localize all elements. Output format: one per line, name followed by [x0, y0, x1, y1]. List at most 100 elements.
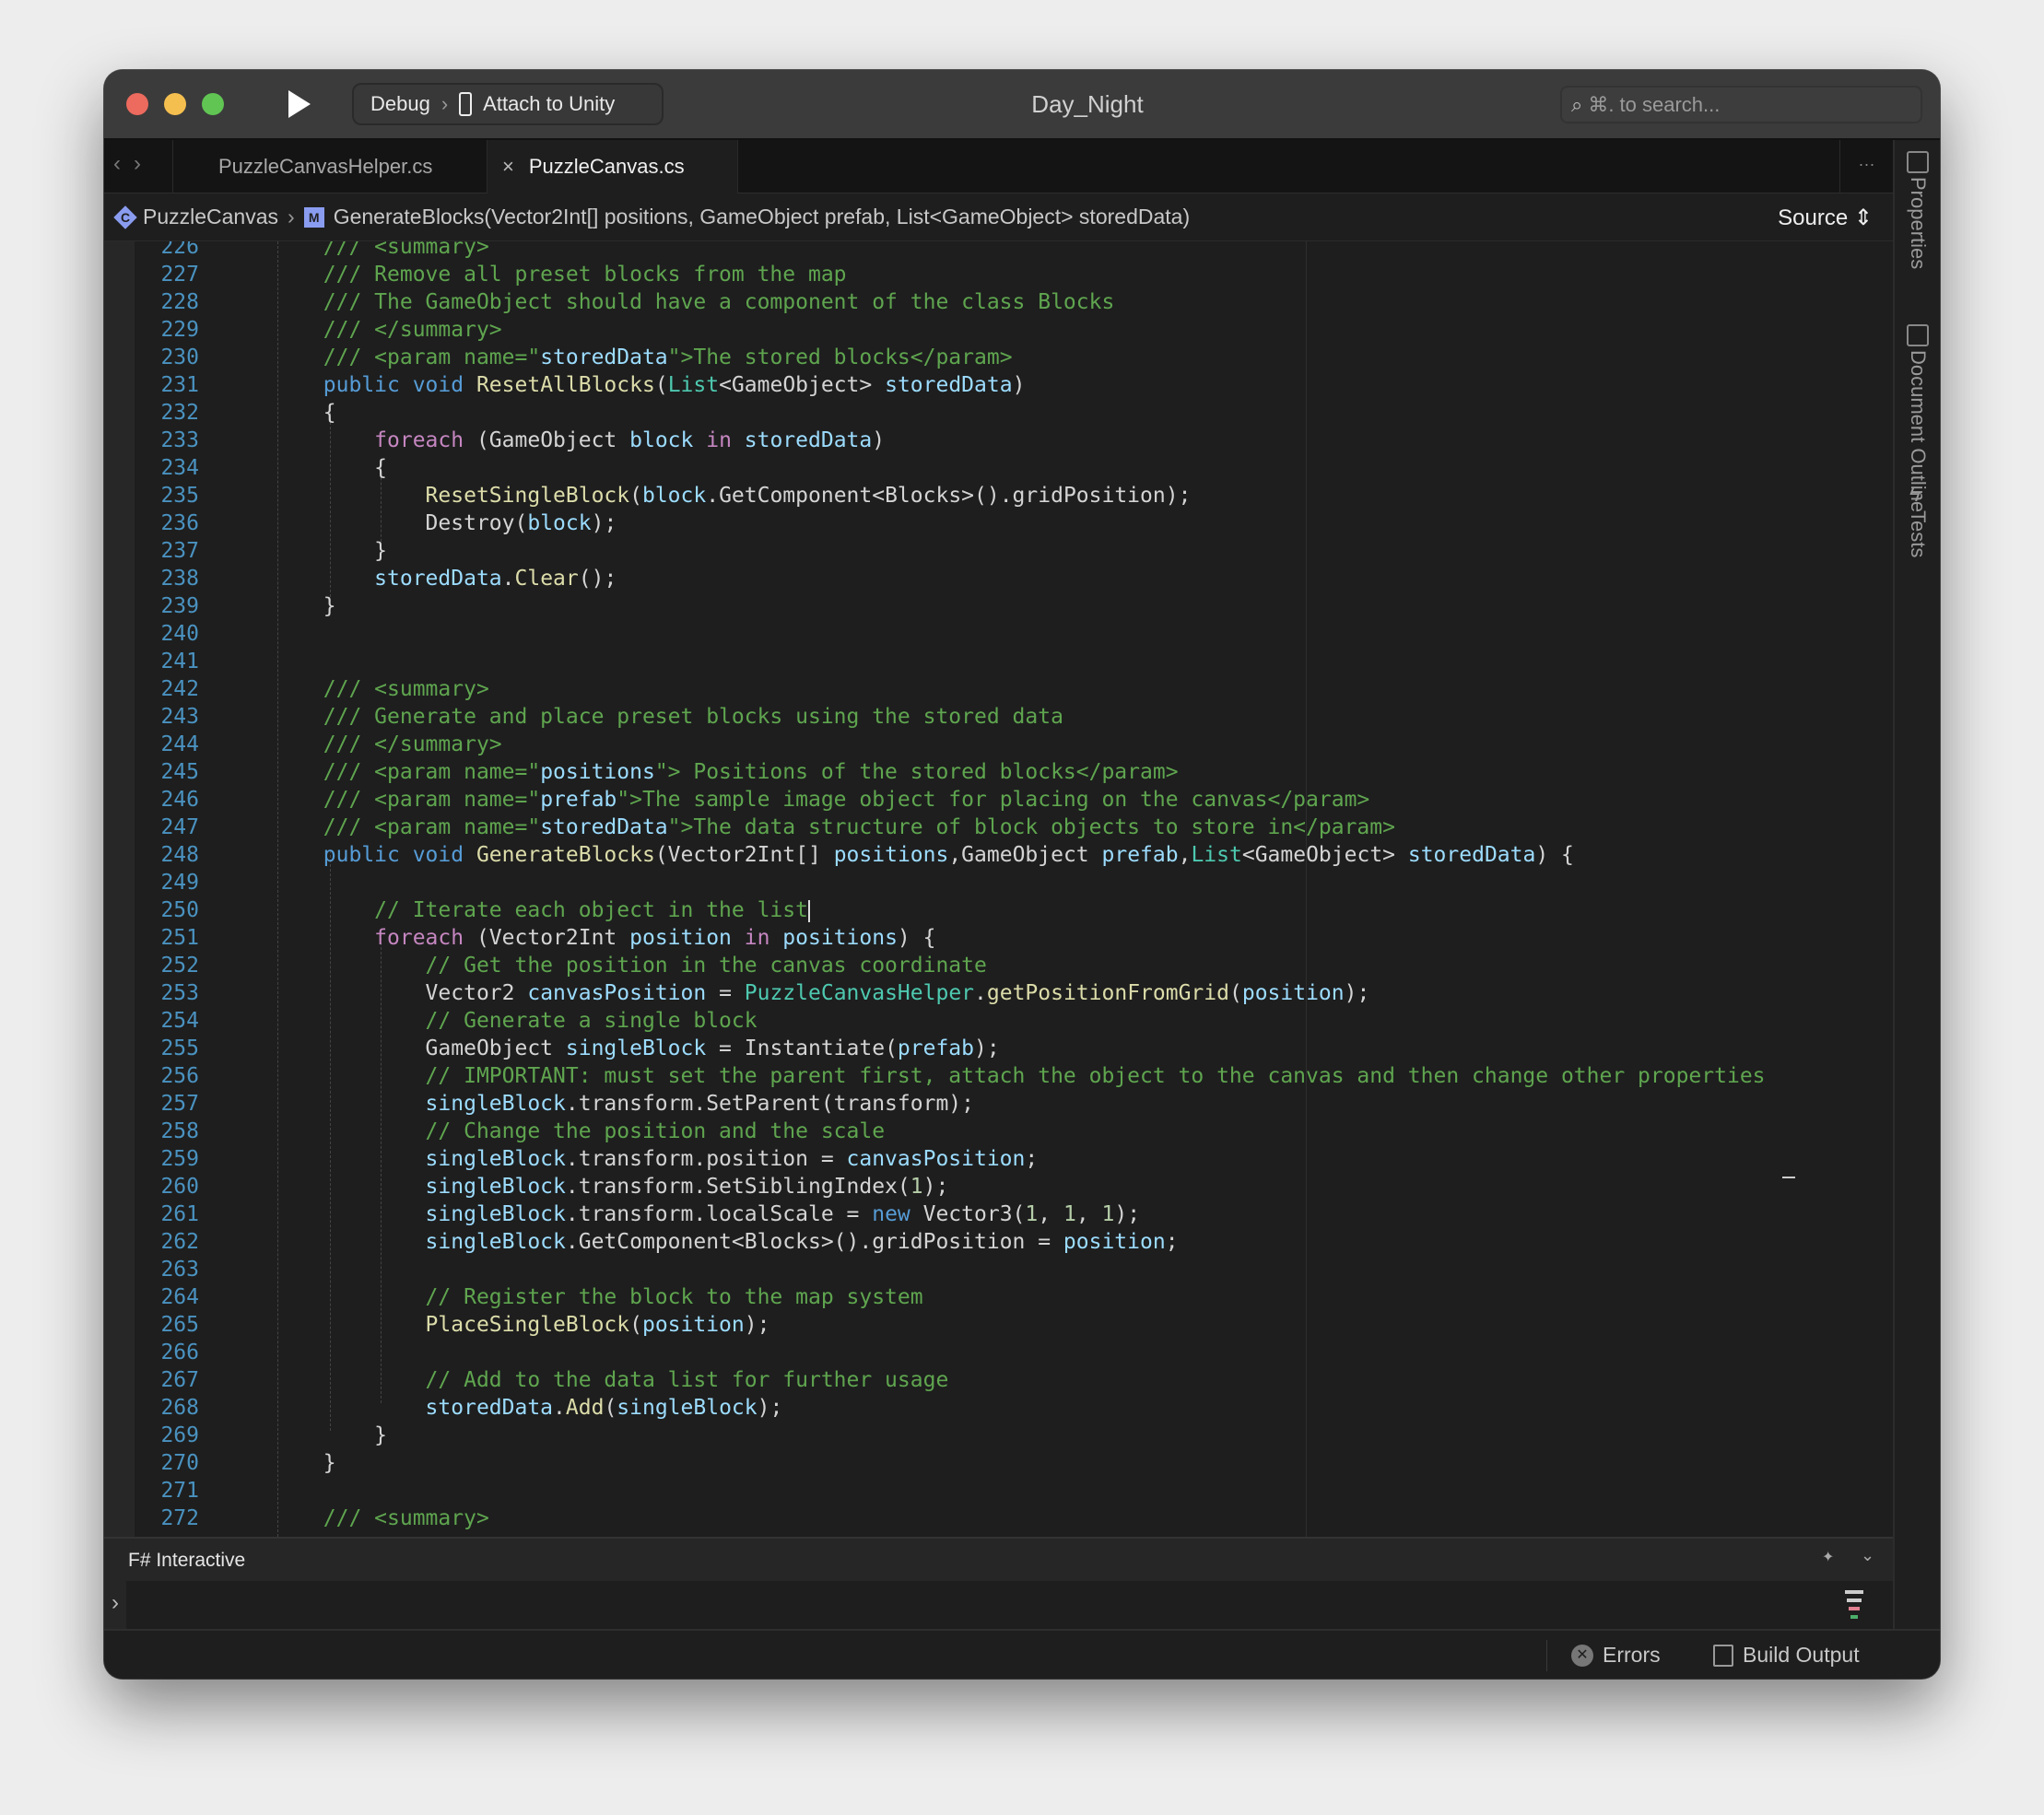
line-number: 232	[160, 401, 199, 425]
breadcrumb-class[interactable]: PuzzleCanvas	[143, 205, 278, 229]
code-line[interactable]: 242 /// <summary>	[104, 675, 1893, 703]
code-line[interactable]: 236 Destroy(block);	[104, 509, 1893, 537]
code-line[interactable]: 240	[104, 620, 1893, 648]
code-line[interactable]: 234 {	[104, 454, 1893, 482]
code-line[interactable]: 241	[104, 648, 1893, 675]
code-line[interactable]: 237 }	[104, 537, 1893, 565]
code-line[interactable]: 244 /// </summary>	[104, 731, 1893, 758]
code-token: =	[706, 981, 745, 1005]
back-icon[interactable]: ‹	[113, 151, 121, 177]
code-token: block	[527, 511, 592, 535]
errors-button[interactable]: ✕ Errors	[1571, 1643, 1661, 1668]
code-line[interactable]: 256 // IMPORTANT: must set the parent fi…	[104, 1062, 1893, 1090]
code-line[interactable]: 258 // Change the position and the scale	[104, 1118, 1893, 1145]
code-token: (	[1228, 981, 1242, 1005]
code-line[interactable]: 265 PlaceSingleBlock(position);	[104, 1311, 1893, 1339]
code-line[interactable]: 227 /// Remove all preset blocks from th…	[104, 261, 1893, 288]
tests-pad-tab[interactable]: Tests	[1906, 510, 1930, 557]
build-output-button[interactable]: Build Output	[1713, 1643, 1860, 1668]
code-token: {	[221, 456, 388, 480]
code-token: .transform.SetSiblingIndex(	[565, 1175, 910, 1199]
code-line[interactable]: 253 Vector2 canvasPosition = PuzzleCanva…	[104, 979, 1893, 1007]
code-token: (Vector2Int[]	[654, 843, 834, 867]
code-editor[interactable]: 226 /// <summary> 227 /// Remove all pres…	[104, 241, 1893, 1537]
line-number: 264	[160, 1285, 199, 1309]
code-line[interactable]: 228 /// The GameObject should have a com…	[104, 288, 1893, 316]
code-line[interactable]: 250 // Iterate each object in the list	[104, 896, 1893, 924]
search-input[interactable]: ⌕ ⌘. to search...	[1560, 86, 1922, 123]
code-line[interactable]: 252 // Get the position in the canvas co…	[104, 952, 1893, 979]
code-line[interactable]: 269 }	[104, 1422, 1893, 1449]
code-line[interactable]: 235 ResetSingleBlock(block.GetComponent<…	[104, 482, 1893, 509]
properties-pad-tab[interactable]: Properties	[1906, 177, 1930, 269]
close-tab-icon[interactable]: ×	[502, 155, 514, 179]
code-token: in	[731, 926, 783, 950]
code-line[interactable]: 259 singleBlock.transform.position = can…	[104, 1145, 1893, 1173]
code-line[interactable]: 254 // Generate a single block	[104, 1007, 1893, 1035]
code-line[interactable]: 268 storedData.Add(singleBlock);	[104, 1394, 1893, 1422]
code-token: ,	[1075, 1202, 1102, 1226]
code-line[interactable]: 246 /// <param name="prefab">The sample …	[104, 786, 1893, 814]
fsharp-interactive-input[interactable]: ›	[104, 1581, 1893, 1629]
code-token: foreach	[221, 926, 464, 950]
line-source: /// <param name="positions"> Positions o…	[221, 758, 1179, 786]
code-line[interactable]: 247 /// <param name="storedData">The dat…	[104, 814, 1893, 841]
line-number: 254	[160, 1009, 199, 1033]
code-line[interactable]: 272 /// <summary>	[104, 1505, 1893, 1532]
line-number: 233	[160, 428, 199, 452]
code-line[interactable]: 239 }	[104, 592, 1893, 620]
breadcrumb-method[interactable]: GenerateBlocks(Vector2Int[] positions, G…	[334, 205, 1190, 229]
code-line[interactable]: 263	[104, 1256, 1893, 1283]
code-line[interactable]: 251 foreach (Vector2Int position in posi…	[104, 924, 1893, 952]
collapse-icon[interactable]: ⌄	[1861, 1546, 1874, 1565]
code-token: position	[1241, 981, 1345, 1005]
error-icon: ✕	[1571, 1644, 1593, 1667]
code-line[interactable]: 271	[104, 1477, 1893, 1505]
code-line[interactable]: 249	[104, 869, 1893, 896]
code-token: prefab	[1101, 843, 1179, 867]
code-token: Clear	[514, 567, 579, 591]
code-line[interactable]: 238 storedData.Clear();	[104, 565, 1893, 592]
view-mode-selector[interactable]: Source ⇕	[1778, 205, 1873, 231]
line-source: singleBlock.transform.localScale = new V…	[221, 1200, 1141, 1228]
code-line[interactable]: 257 singleBlock.transform.SetParent(tran…	[104, 1090, 1893, 1118]
code-line[interactable]: 264 // Register the block to the map sys…	[104, 1283, 1893, 1311]
line-source: // IMPORTANT: must set the parent first,…	[221, 1062, 1766, 1090]
code-line[interactable]: 231 public void ResetAllBlocks(List<Game…	[104, 371, 1893, 399]
code-token: 1	[1063, 1202, 1076, 1226]
code-token: Vector3(	[910, 1202, 1026, 1226]
code-line[interactable]: 232 {	[104, 399, 1893, 427]
code-line[interactable]: 255 GameObject singleBlock = Instantiate…	[104, 1035, 1893, 1062]
line-source: /// <param name="prefab">The sample imag…	[221, 786, 1370, 814]
line-number: 266	[160, 1341, 199, 1364]
line-number: 239	[160, 594, 199, 618]
line-number: 238	[160, 567, 199, 591]
code-line[interactable]: 260 singleBlock.transform.SetSiblingInde…	[104, 1173, 1893, 1200]
code-line[interactable]: 245 /// <param name="positions"> Positio…	[104, 758, 1893, 786]
code-line[interactable]: 261 singleBlock.transform.localScale = n…	[104, 1200, 1893, 1228]
tab-puzzle-canvas[interactable]: × PuzzleCanvas.cs	[488, 140, 738, 193]
tab-puzzle-canvas-helper[interactable]: PuzzleCanvasHelper.cs	[172, 140, 488, 193]
build-output-icon	[1713, 1644, 1733, 1667]
more-tabs-button[interactable]: ···	[1839, 140, 1893, 193]
line-source: GameObject singleBlock = Instantiate(pre…	[221, 1035, 1000, 1062]
code-line[interactable]: 266	[104, 1339, 1893, 1366]
code-line[interactable]: 243 /// Generate and place preset blocks…	[104, 703, 1893, 731]
line-source: /// </summary>	[221, 731, 502, 758]
code-token: );	[922, 1175, 949, 1199]
code-line[interactable]: 230 /// <param name="storedData">The sto…	[104, 344, 1893, 371]
code-line[interactable]: 233 foreach (GameObject block in storedD…	[104, 427, 1893, 454]
code-line[interactable]: 262 singleBlock.GetComponent<Blocks>().g…	[104, 1228, 1893, 1256]
line-number: 242	[160, 677, 199, 701]
code-line[interactable]: 267 // Add to the data list for further …	[104, 1366, 1893, 1394]
code-line[interactable]: 270 }	[104, 1449, 1893, 1477]
line-source: storedData.Add(singleBlock);	[221, 1394, 783, 1422]
forward-icon[interactable]: ›	[134, 151, 141, 177]
code-line[interactable]: 248 public void GenerateBlocks(Vector2In…	[104, 841, 1893, 869]
code-token: ResetAllBlocks	[476, 373, 655, 397]
pin-icon[interactable]: ✦	[1822, 1548, 1834, 1566]
code-token: }	[221, 539, 388, 563]
code-line[interactable]: 229 /// </summary>	[104, 316, 1893, 344]
code-line[interactable]: 226 /// <summary>	[104, 241, 1893, 261]
tab-bar: ‹ › PuzzleCanvasHelper.cs × PuzzleCanvas…	[104, 140, 1893, 193]
